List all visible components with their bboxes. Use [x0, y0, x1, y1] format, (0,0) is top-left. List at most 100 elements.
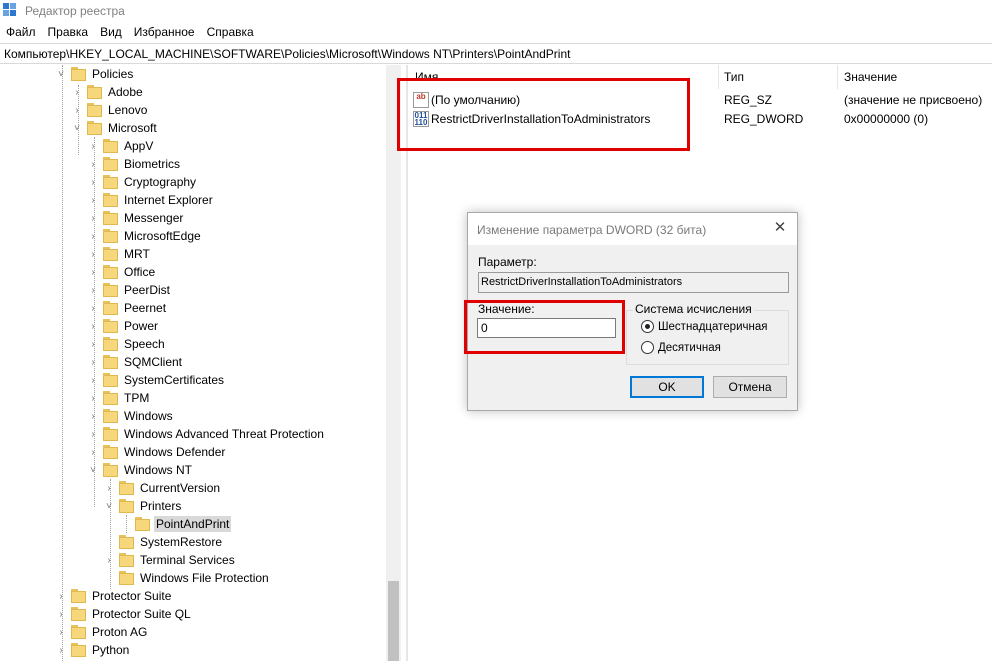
address-bar[interactable]: Компьютер\HKEY_LOCAL_MACHINE\SOFTWARE\Po…: [0, 43, 992, 64]
chevron-right-icon[interactable]: ›: [88, 357, 98, 368]
tree-item[interactable]: › Biometrics: [88, 155, 182, 173]
chevron-right-icon[interactable]: ›: [88, 213, 98, 224]
radio-decimal[interactable]: Десятичная: [641, 341, 721, 354]
chevron-right-icon[interactable]: ›: [88, 141, 98, 152]
tree-item-label: SystemRestore: [140, 535, 223, 549]
chevron-right-icon[interactable]: ›: [88, 411, 98, 422]
radio-hexadecimal[interactable]: Шестнадцатеричная: [641, 320, 767, 333]
chevron-right-icon[interactable]: ›: [88, 195, 98, 206]
chevron-right-icon[interactable]: ›: [88, 429, 98, 440]
chevron-right-icon[interactable]: ›: [88, 321, 98, 332]
tree-item[interactable]: ˅ Windows NT: [88, 461, 194, 479]
chevron-right-icon[interactable]: ›: [88, 303, 98, 314]
dialog-title-bar[interactable]: Изменение параметра DWORD (32 бита) ✕: [468, 213, 797, 245]
folder-icon: [71, 625, 86, 639]
chevron-right-icon[interactable]: ›: [72, 87, 82, 98]
chevron-down-icon[interactable]: ˅: [56, 69, 66, 80]
tree-item-label: Peernet: [124, 301, 167, 315]
chevron-right-icon[interactable]: ›: [88, 249, 98, 260]
folder-icon: [135, 517, 150, 531]
folder-icon: [119, 553, 134, 567]
chevron-right-icon[interactable]: ›: [56, 645, 66, 656]
column-type[interactable]: Тип: [724, 70, 744, 84]
chevron-right-icon[interactable]: ›: [88, 375, 98, 386]
radio-unchecked-icon[interactable]: [641, 341, 654, 354]
tree-item[interactable]: › Terminal Services: [104, 551, 237, 569]
tree-item[interactable]: Windows File Protection: [104, 569, 271, 587]
tree-item[interactable]: › MRT: [88, 245, 152, 263]
column-divider[interactable]: [718, 65, 719, 89]
chevron-right-icon[interactable]: ›: [56, 609, 66, 620]
close-icon[interactable]: ✕: [771, 219, 789, 237]
tree-item[interactable]: › Protector Suite QL: [56, 605, 193, 623]
tree-item[interactable]: › Windows Advanced Threat Protection: [88, 425, 326, 443]
tree-item-label: Protector Suite QL: [92, 607, 191, 621]
tree-item-label: Protector Suite: [92, 589, 172, 603]
pane-splitter[interactable]: [406, 65, 408, 661]
folder-icon: [103, 157, 118, 171]
tree-item[interactable]: › PeerDist: [88, 281, 172, 299]
tree-item[interactable]: ˅ Policies: [56, 65, 135, 83]
tree-item-label: Power: [124, 319, 159, 333]
column-divider[interactable]: [837, 65, 838, 89]
radio-checked-icon[interactable]: [641, 320, 654, 333]
menu-favorites[interactable]: Избранное: [128, 25, 201, 39]
chevron-right-icon[interactable]: ›: [88, 393, 98, 404]
tree-item[interactable]: › Adobe: [72, 83, 145, 101]
menu-help[interactable]: Справка: [201, 25, 260, 39]
tree-item-label: MicrosoftEdge: [124, 229, 201, 243]
folder-icon: [119, 535, 134, 549]
folder-icon: [103, 427, 118, 441]
chevron-right-icon[interactable]: ›: [88, 177, 98, 188]
tree-item[interactable]: › Windows: [88, 407, 175, 425]
chevron-down-icon[interactable]: ˅: [88, 465, 98, 476]
ok-button[interactable]: OK: [630, 376, 704, 398]
folder-icon: [87, 121, 102, 135]
chevron-right-icon[interactable]: ›: [88, 159, 98, 170]
menu-edit[interactable]: Правка: [42, 25, 95, 39]
chevron-down-icon[interactable]: ˅: [104, 501, 114, 512]
tree-item[interactable]: › Peernet: [88, 299, 168, 317]
tree-scrollbar[interactable]: [386, 65, 401, 661]
tree-item[interactable]: › Internet Explorer: [88, 191, 215, 209]
tree-scrollbar-thumb[interactable]: [388, 581, 399, 661]
chevron-right-icon[interactable]: ›: [72, 105, 82, 116]
tree-item[interactable]: › Cryptography: [88, 173, 198, 191]
cancel-button[interactable]: Отмена: [713, 376, 787, 398]
tree-item[interactable]: › SQMClient: [88, 353, 184, 371]
tree-item[interactable]: › TPM: [88, 389, 151, 407]
chevron-right-icon[interactable]: ›: [56, 627, 66, 638]
chevron-right-icon[interactable]: ›: [88, 231, 98, 242]
tree-item[interactable]: › Lenovo: [72, 101, 149, 119]
chevron-down-icon[interactable]: ˅: [72, 123, 82, 134]
menu-file[interactable]: Файл: [0, 25, 42, 39]
tree-item[interactable]: › MicrosoftEdge: [88, 227, 203, 245]
menu-view[interactable]: Вид: [94, 25, 128, 39]
tree-item[interactable]: ˅ Microsoft: [72, 119, 159, 137]
chevron-right-icon[interactable]: ›: [104, 555, 114, 566]
chevron-right-icon[interactable]: ›: [88, 339, 98, 350]
tree-item[interactable]: › Proton AG: [56, 623, 149, 641]
folder-icon: [71, 607, 86, 621]
chevron-right-icon[interactable]: ›: [56, 591, 66, 602]
chevron-right-icon[interactable]: ›: [88, 285, 98, 296]
tree-item[interactable]: › Office: [88, 263, 157, 281]
chevron-right-icon[interactable]: ›: [88, 267, 98, 278]
tree-item[interactable]: › Protector Suite: [56, 587, 173, 605]
base-groupbox-title: Система исчисления: [633, 302, 754, 316]
tree-item[interactable]: › Speech: [88, 335, 167, 353]
tree-item-label: Messenger: [124, 211, 184, 225]
tree-item[interactable]: › Messenger: [88, 209, 185, 227]
column-value[interactable]: Значение: [844, 70, 897, 84]
tree-item[interactable]: › AppV: [88, 137, 155, 155]
tree-item[interactable]: › Python: [56, 641, 131, 659]
tree-item[interactable]: › CurrentVersion: [104, 479, 222, 497]
tree-item[interactable]: PointAndPrint: [120, 515, 232, 533]
tree-item[interactable]: › SystemCertificates: [88, 371, 226, 389]
chevron-right-icon[interactable]: ›: [88, 447, 98, 458]
chevron-right-icon[interactable]: ›: [104, 483, 114, 494]
tree-item[interactable]: ˅ Printers: [104, 497, 183, 515]
tree-item[interactable]: › Windows Defender: [88, 443, 227, 461]
tree-item[interactable]: › Power: [88, 317, 160, 335]
tree-item[interactable]: SystemRestore: [104, 533, 224, 551]
